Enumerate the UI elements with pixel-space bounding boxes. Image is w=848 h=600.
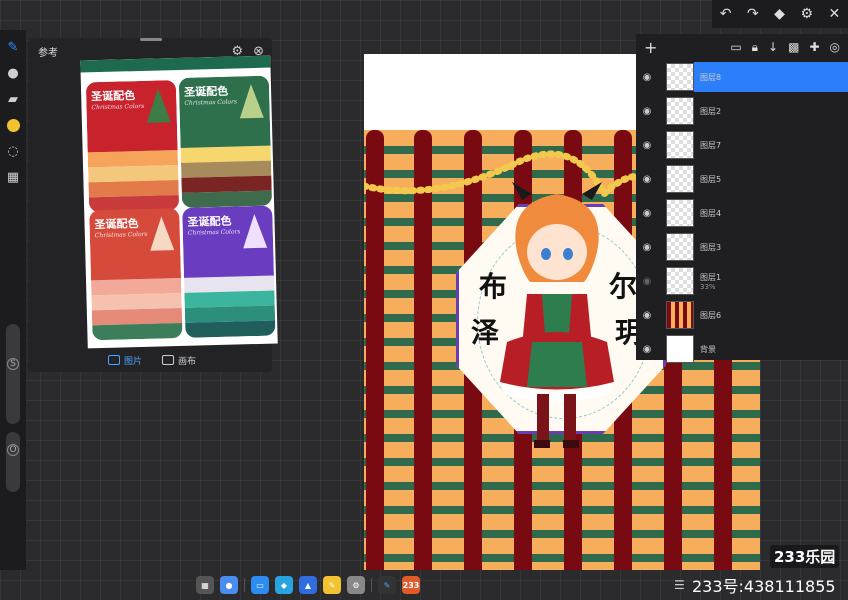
store-app-icon[interactable]: ▲ (299, 576, 317, 594)
dock-separator (244, 578, 245, 592)
close-icon[interactable]: ✕ (828, 6, 840, 22)
current-color-swatch (6, 118, 20, 132)
layer-opacity: 33% (700, 282, 716, 291)
layer-thumbnail (666, 165, 694, 193)
layer-name: 图层5 (700, 174, 722, 184)
size-slider[interactable]: S (6, 324, 20, 424)
character-illustration (500, 182, 614, 448)
image-icon (108, 355, 120, 365)
layer-row[interactable]: ◉ 图层3 (636, 230, 848, 264)
layer-thumbnail (666, 63, 694, 91)
reference-title: 参考 (38, 47, 58, 59)
target-icon[interactable]: ◎ (830, 40, 840, 54)
tab-canvas[interactable]: 画布 (162, 354, 196, 367)
layer-row[interactable]: ◉ 图层7 (636, 128, 848, 162)
lock-icon[interactable]: 🔒︎ (752, 40, 758, 55)
layer-name: 图层4 (700, 208, 722, 218)
layer-thumbnail (666, 267, 694, 295)
layer-row[interactable]: ◉ 图层6 (636, 298, 848, 332)
eye-icon[interactable]: ◉ (640, 140, 654, 151)
tab-canvas-label: 画布 (178, 356, 197, 367)
redo-icon[interactable]: ↷ (747, 6, 759, 22)
layer-name: 图层2 (700, 106, 722, 116)
settings-app-icon[interactable]: ⚙ (347, 576, 365, 594)
layer-row[interactable]: ◉ 图层8 (636, 60, 848, 94)
taskbar-dock: ▦ ● ▭ ◆ ▲ ✎ ⚙ ✎ 233 (196, 573, 466, 597)
layers-panel: + ▭ 🔒︎ ↓ ▩ ✚ ◎ ◉ 图层8 ◉ 图层2 ◉ 图层7 ◉ 图层5 ◉… (636, 34, 848, 363)
eye-icon[interactable]: ◉ (640, 72, 654, 83)
233-app-icon[interactable]: 233 (402, 576, 420, 594)
eye-icon[interactable]: ◉ (640, 106, 654, 117)
merge-down-icon[interactable]: ↓ (768, 40, 778, 54)
eye-icon[interactable]: ◉ (640, 174, 654, 185)
tab-image-label: 图片 (124, 356, 143, 367)
layer-thumbnail (666, 301, 694, 329)
palette-card: 圣诞配色 Christmas Colors (85, 80, 180, 213)
watermark-account: 233号:438111855 (692, 577, 836, 596)
layer-thumbnail (666, 199, 694, 227)
layer-thumbnail (666, 97, 694, 125)
eye-icon[interactable]: ◉ (640, 276, 654, 287)
layer-name: 图层6 (700, 310, 722, 320)
folder-icon[interactable]: ▭ (730, 40, 741, 54)
layer-name: 图层3 (700, 242, 722, 252)
notes-app-icon[interactable]: ✎ (323, 576, 341, 594)
paint-app-icon[interactable]: ✎ (378, 576, 396, 594)
files-app-icon[interactable]: ▭ (251, 576, 269, 594)
dock-separator (371, 578, 372, 592)
tree-icon (238, 83, 264, 119)
eye-icon[interactable]: ◉ (640, 242, 654, 253)
layer-row[interactable]: ◉ 图层5 (636, 162, 848, 196)
browser-app-icon[interactable]: ◆ (275, 576, 293, 594)
color-picker-button[interactable] (4, 116, 22, 134)
settings-icon[interactable]: ⚙ (800, 6, 813, 22)
tool-rail: ✎ ● ▰ ◌ ▦ S O (0, 30, 26, 570)
list-icon: ☰ (674, 578, 685, 592)
plus-icon[interactable]: + (644, 38, 657, 57)
palette-card: 圣诞配色 Christmas Colors (89, 207, 183, 341)
tab-image[interactable]: 图片 (108, 354, 142, 367)
layers-toolbar: + ▭ 🔒︎ ↓ ▩ ✚ ◎ (636, 34, 848, 60)
opacity-slider[interactable]: O (6, 432, 20, 492)
brush-tool-icon[interactable]: ✎ (4, 38, 22, 56)
size-label-icon: S (7, 358, 19, 370)
palette-card: 圣诞配色 Christmas Colors (178, 75, 273, 208)
undo-icon[interactable]: ↶ (720, 6, 732, 22)
layer-name: 图层1 (700, 272, 722, 282)
layer-row[interactable]: ◉ 图层2 (636, 94, 848, 128)
tree-icon (242, 213, 268, 249)
eye-icon[interactable]: ◉ (640, 208, 654, 219)
canvas-icon (162, 355, 175, 365)
opacity-label-icon: O (7, 444, 19, 456)
gallery-tool-icon[interactable]: ▦ (4, 168, 22, 186)
layer-thumbnail (666, 131, 694, 159)
palette-card: 圣诞配色 Christmas Colors (182, 205, 276, 338)
top-action-bar: ↶ ↷ ◆ ⚙ ✕ (712, 0, 848, 28)
tree-icon (149, 216, 175, 251)
layer-thumbnail (666, 233, 694, 261)
eye-icon[interactable]: ◉ (640, 310, 654, 321)
layer-row[interactable]: ◉ 背景 (636, 332, 848, 366)
watermark-logo: 233乐园 (770, 545, 840, 568)
app-grid-icon[interactable]: ▦ (196, 576, 214, 594)
layers-icon[interactable]: ◆ (774, 6, 785, 22)
pin-icon[interactable]: ✚ (809, 40, 819, 54)
checker-icon[interactable]: ▩ (788, 40, 799, 54)
lasso-tool-icon[interactable]: ◌ (4, 142, 22, 160)
layer-name: 图层7 (700, 140, 722, 150)
app-icon[interactable]: ● (220, 576, 238, 594)
smudge-tool-icon[interactable]: ● (4, 64, 22, 82)
drag-handle[interactable] (140, 38, 162, 41)
eraser-tool-icon[interactable]: ▰ (4, 90, 22, 108)
layer-row[interactable]: ◉ 图层1 33% (636, 264, 848, 298)
tree-icon (146, 88, 171, 123)
eye-icon[interactable]: ◉ (640, 344, 654, 355)
reference-image: 圣诞配色 Christmas Colors 圣诞配色 Christmas Col… (80, 55, 278, 349)
layer-name: 图层8 (700, 72, 722, 82)
layer-row[interactable]: ◉ 图层4 (636, 196, 848, 230)
layer-thumbnail (666, 335, 694, 363)
layer-name: 背景 (700, 344, 716, 354)
reference-tabs: 图片 画布 (28, 348, 272, 372)
